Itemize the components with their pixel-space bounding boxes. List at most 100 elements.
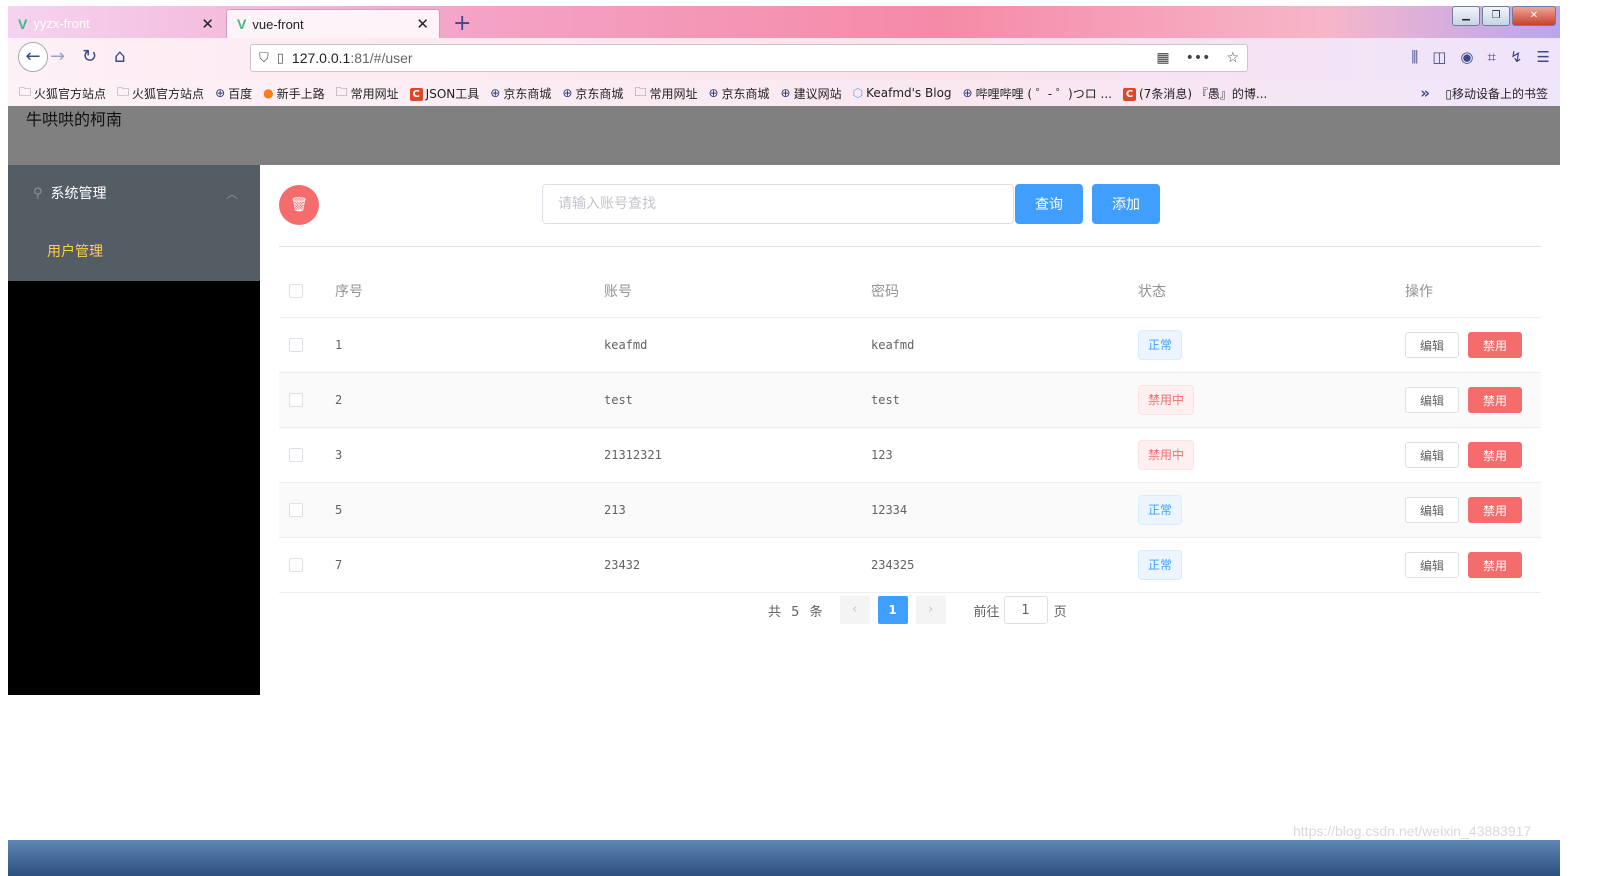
bookmark-item[interactable]: 🗀 火狐官方站点 — [117, 83, 204, 104]
status-badge: 正常 — [1138, 495, 1183, 525]
bookmark-label: 新手上路 — [276, 86, 325, 101]
qr-code-icon[interactable]: ▦ — [1156, 50, 1169, 66]
bookmark-label: 火狐官方站点 — [34, 86, 107, 101]
folder-icon: 🗀 — [335, 84, 348, 99]
select-all-checkbox[interactable] — [289, 284, 303, 298]
account-icon[interactable]: ◉ — [1460, 48, 1473, 66]
edit-button[interactable]: 编辑 — [1405, 387, 1459, 413]
maximize-icon[interactable]: ❐ — [1482, 6, 1510, 26]
disable-button[interactable]: 禁用 — [1468, 387, 1522, 413]
bookmark-item[interactable]: 🗀 火狐官方站点 — [19, 83, 106, 104]
globe-icon: ⊕ — [562, 86, 573, 100]
bookmark-item[interactable]: ⊕ 哔哩哔哩 ( ゜- ゜)つロ ... — [963, 85, 1112, 102]
row-checkbox[interactable] — [289, 338, 303, 352]
prev-page-chevron-left-icon[interactable]: ‹ — [839, 596, 870, 624]
bookmark-label: 京东商城 — [503, 86, 552, 101]
vue-logo-icon: V — [18, 15, 28, 32]
edit-button[interactable]: 编辑 — [1405, 332, 1459, 358]
browser-tab-bar: V yyzx-front ✕ V vue-front ✕ + ▁ ❐ ✕ — [8, 6, 1560, 38]
query-button[interactable]: 查询 — [1015, 184, 1083, 224]
more-actions-icon[interactable]: ••• — [1186, 50, 1211, 66]
bookmark-item[interactable]: ⊕ 京东商城 — [708, 85, 769, 102]
url-host: 127.0.0.1 — [291, 50, 351, 66]
bookmark-item[interactable]: C (7条消息) 『愚』的博... — [1123, 85, 1267, 102]
disable-button[interactable]: 禁用 — [1468, 442, 1522, 468]
edit-button[interactable]: 编辑 — [1405, 442, 1459, 468]
bookmark-item[interactable]: ⊕ 京东商城 — [562, 85, 623, 102]
menu-hamburger-icon[interactable]: ☰ — [1537, 48, 1550, 66]
bookmark-item[interactable]: C JSON工具 — [409, 85, 479, 102]
row-checkbox[interactable] — [289, 558, 303, 572]
bookmark-star-icon[interactable]: ☆ — [1226, 50, 1239, 66]
bookmark-item[interactable]: ● 新手上路 — [263, 85, 325, 102]
sidebar-item-users[interactable]: 用户管理 — [8, 221, 260, 281]
cell-password: 123 — [871, 448, 893, 462]
page-icon[interactable]: ▯ — [277, 51, 284, 66]
row-checkbox[interactable] — [289, 503, 303, 517]
bookmark-label: 建议网站 — [793, 86, 842, 101]
tab-title: vue-front — [252, 16, 304, 32]
new-tab-plus-icon[interactable]: + — [453, 11, 471, 36]
address-bar[interactable]: ⛉ ▯ 127.0.0.1:81/#/user ▦ ••• ☆ — [250, 44, 1248, 72]
shield-icon[interactable]: ⛉ — [259, 51, 269, 66]
divider — [279, 246, 1541, 247]
forward-arrow-icon[interactable]: → — [50, 46, 65, 67]
bookmark-label: 火狐官方站点 — [132, 86, 205, 101]
location-pin-icon: ⚲ — [33, 185, 43, 201]
bookmark-item[interactable]: ⊕ 建议网站 — [781, 85, 842, 102]
search-input[interactable] — [542, 184, 1014, 224]
minimize-icon[interactable]: ▁ — [1452, 6, 1480, 26]
batch-delete-button[interactable]: 🗑 — [279, 185, 319, 225]
page-jump-input[interactable] — [1003, 596, 1048, 624]
page-number-current[interactable]: 1 — [877, 596, 908, 624]
cell-password: keafmd — [871, 338, 915, 352]
bookmark-item[interactable]: 🗀 常用网址 — [634, 83, 697, 104]
table-row: 1 keafmd keafmd 正常 编辑 禁用 — [279, 318, 1541, 373]
add-button[interactable]: 添加 — [1092, 184, 1160, 224]
row-checkbox[interactable] — [289, 393, 303, 407]
library-icon[interactable]: ⫼ — [1411, 48, 1418, 66]
folder-icon: 🗀 — [117, 84, 130, 99]
disable-button[interactable]: 禁用 — [1468, 497, 1522, 523]
user-table: 序号 账号 密码 状态 操作 1 keafmd keafmd 正常 编辑 禁用 … — [279, 265, 1541, 593]
browser-tab-vue-front[interactable]: V vue-front ✕ — [226, 9, 440, 38]
header-index: 序号 — [335, 284, 363, 300]
pagination: 共 5 条 ‹ 1 › 前往 页 — [768, 596, 1067, 624]
bookmark-label: 京东商城 — [575, 86, 624, 101]
sidebar-group-system[interactable]: ⚲ 系统管理 ︿ — [8, 165, 260, 221]
bookmark-item[interactable]: ⊕ 京东商城 — [490, 85, 551, 102]
bookmark-item[interactable]: 🗀 常用网址 — [336, 83, 399, 104]
close-icon[interactable]: ✕ — [201, 15, 214, 33]
app-header: 牛哄哄的柯南 — [8, 106, 1560, 165]
bookmark-item[interactable]: ⬡ Keafmd's Blog — [853, 86, 952, 100]
folder-icon: 🗀 — [19, 84, 32, 99]
csdn-icon: C — [409, 86, 423, 101]
sidebar-icon[interactable]: ◫ — [1432, 48, 1446, 66]
row-checkbox[interactable] — [289, 448, 303, 462]
url-text[interactable]: 127.0.0.1:81/#/user — [292, 50, 1157, 66]
reload-icon[interactable]: ↻ — [82, 46, 97, 67]
extension-icon[interactable]: ↯ — [1510, 48, 1523, 66]
table-row: 5 213 12334 正常 编辑 禁用 — [279, 483, 1541, 538]
home-icon[interactable]: ⌂ — [114, 46, 125, 67]
window-close-icon[interactable]: ✕ — [1512, 6, 1556, 26]
disable-button[interactable]: 禁用 — [1468, 332, 1522, 358]
edit-button[interactable]: 编辑 — [1405, 497, 1459, 523]
globe-icon: ⊕ — [962, 86, 973, 100]
bookmark-label: (7条消息) 『愚』的博... — [1139, 86, 1268, 101]
chevron-double-right-icon[interactable]: » — [1420, 84, 1430, 102]
cell-account: test — [604, 393, 633, 407]
next-page-chevron-right-icon[interactable]: › — [915, 596, 946, 624]
cell-account: 213 — [604, 503, 626, 517]
bookmark-label: 常用网址 — [649, 86, 698, 101]
screenshot-icon[interactable]: ⌗ — [1488, 48, 1496, 66]
mobile-bookmarks[interactable]: ▯移动设备上的书签 — [1445, 85, 1548, 102]
edit-button[interactable]: 编辑 — [1405, 552, 1459, 578]
browser-tab-yyzx[interactable]: V yyzx-front ✕ — [8, 9, 224, 38]
close-icon[interactable]: ✕ — [416, 15, 429, 33]
status-badge: 禁用中 — [1138, 385, 1195, 415]
disable-button[interactable]: 禁用 — [1468, 552, 1522, 578]
cell-index: 5 — [335, 503, 343, 517]
bookmark-item[interactable]: ⊕ 百度 — [215, 85, 252, 102]
back-arrow-icon[interactable]: ← — [18, 42, 48, 72]
